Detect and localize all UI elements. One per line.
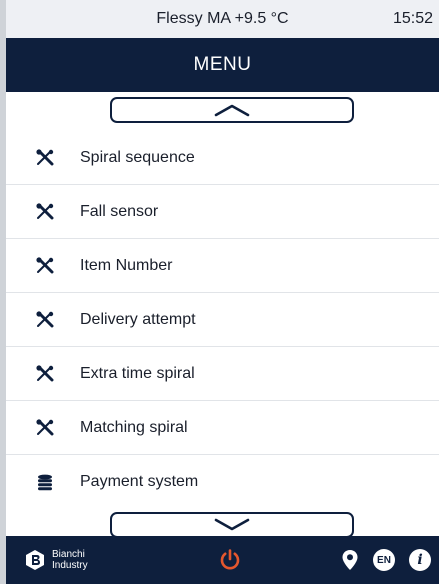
- bianchi-logo-icon: [26, 550, 44, 570]
- menu-item-payment-system[interactable]: Payment system: [6, 455, 439, 509]
- menu-item-spiral-sequence[interactable]: Spiral sequence: [6, 131, 439, 185]
- menu-item-label: Delivery attempt: [80, 310, 196, 328]
- wrench-screwdriver-icon: [34, 417, 56, 439]
- page-title: MENU: [193, 54, 252, 75]
- wrench-screwdriver-icon: [34, 363, 56, 385]
- chevron-up-icon: [214, 104, 250, 117]
- wrench-screwdriver-icon: [34, 201, 56, 223]
- info-icon[interactable]: i: [409, 549, 431, 571]
- menu-item-fall-sensor[interactable]: Fall sensor: [6, 185, 439, 239]
- menu-header: MENU: [6, 38, 439, 92]
- chevron-down-icon: [214, 518, 250, 531]
- menu-item-label: Fall sensor: [80, 202, 159, 220]
- brand-name: Bianchi Industry: [52, 549, 88, 571]
- menu-item-delivery-attempt[interactable]: Delivery attempt: [6, 293, 439, 347]
- scroll-down-button[interactable]: [110, 512, 354, 538]
- status-time: 15:52: [392, 10, 433, 27]
- status-bar: Flessy MA +9.5 °C 15:52: [6, 0, 439, 38]
- scroll-up-button[interactable]: [110, 97, 354, 123]
- footer-actions: EN i: [341, 536, 431, 584]
- coins-icon: [34, 471, 56, 493]
- status-title: Flessy MA +9.5 °C: [156, 10, 289, 27]
- power-icon[interactable]: [218, 548, 242, 572]
- menu-item-label: Extra time spiral: [80, 364, 195, 382]
- language-button[interactable]: EN: [373, 549, 395, 571]
- menu-item-matching-spiral[interactable]: Matching spiral: [6, 401, 439, 455]
- footer-bar: Bianchi Industry EN i: [6, 536, 439, 584]
- menu-item-label: Item Number: [80, 256, 173, 274]
- menu-item-item-number[interactable]: Item Number: [6, 239, 439, 293]
- wrench-screwdriver-icon: [34, 309, 56, 331]
- brand-line-1: Bianchi: [52, 549, 85, 560]
- menu-item-label: Payment system: [80, 473, 199, 490]
- menu-item-label: Matching spiral: [80, 418, 188, 436]
- menu-item-label: Spiral sequence: [80, 148, 195, 166]
- wrench-screwdriver-icon: [34, 255, 56, 277]
- wrench-screwdriver-icon: [34, 147, 56, 169]
- menu-list: Spiral sequence Fall sensor Item Number …: [6, 131, 439, 509]
- location-pin-icon[interactable]: [341, 549, 359, 571]
- menu-screen: Flessy MA +9.5 °C 15:52 MENU Spiral sequ…: [6, 0, 439, 584]
- menu-item-extra-time-spiral[interactable]: Extra time spiral: [6, 347, 439, 401]
- brand-logo: Bianchi Industry: [24, 549, 88, 571]
- brand-line-2: Industry: [52, 560, 88, 571]
